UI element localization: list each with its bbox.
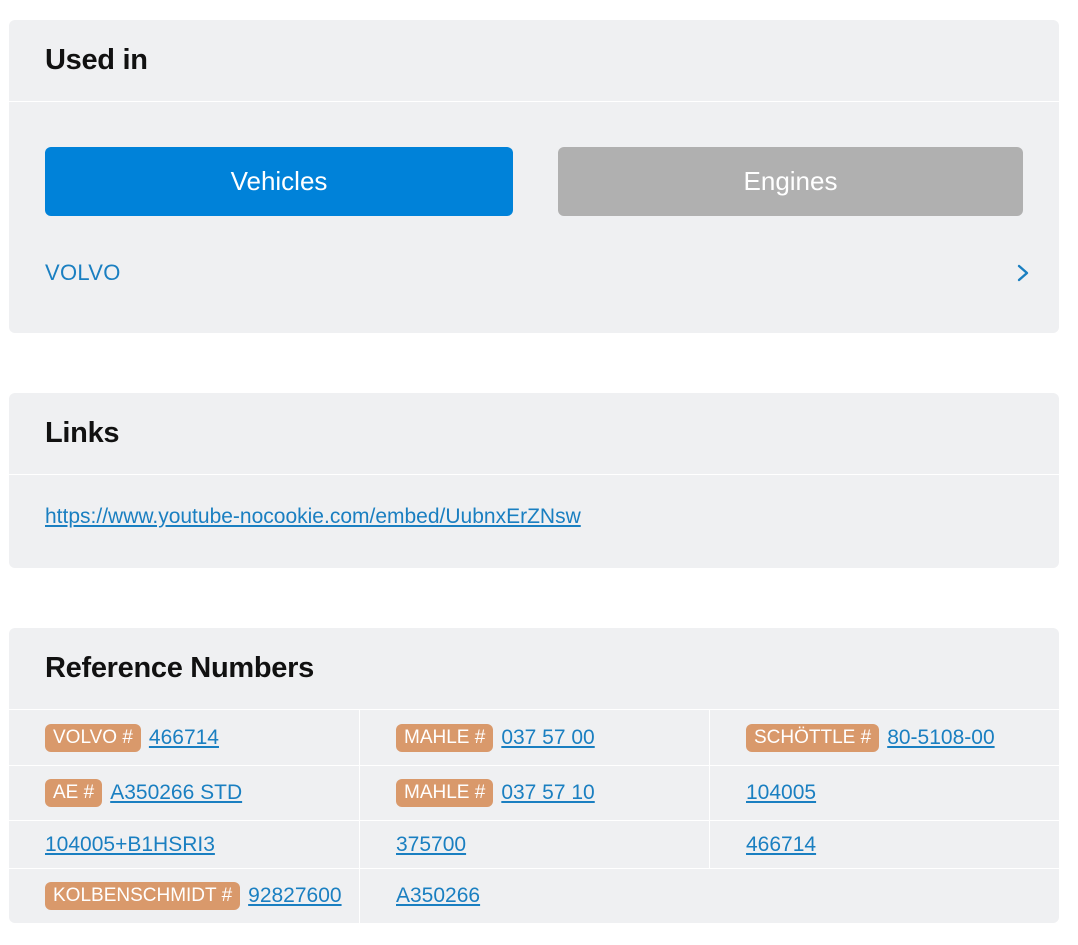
links-card: Links https://www.youtube-nocookie.com/e… <box>9 393 1059 568</box>
reference-cell: 104005 <box>709 766 1059 820</box>
make-item-volvo[interactable]: VOLVO <box>45 252 1031 294</box>
reference-numbers-header: Reference Numbers <box>9 628 1059 710</box>
reference-cell: MAHLE # 037 57 00 <box>359 710 709 765</box>
brand-badge: AE # <box>45 779 103 807</box>
reference-number-link[interactable]: 92827600 <box>248 884 341 908</box>
reference-number-link[interactable]: A350266 <box>396 884 480 908</box>
reference-number-link[interactable]: 375700 <box>396 833 466 857</box>
make-label: VOLVO <box>45 260 121 285</box>
youtube-link[interactable]: https://www.youtube-nocookie.com/embed/U… <box>45 505 581 528</box>
reference-cell: MAHLE # 037 57 10 <box>359 766 709 820</box>
reference-number-link[interactable]: 037 57 10 <box>501 781 594 805</box>
used-in-header: Used in <box>9 20 1059 102</box>
chevron-right-icon <box>1017 264 1029 282</box>
link-item: https://www.youtube-nocookie.com/embed/U… <box>45 505 581 529</box>
reference-cell-empty <box>709 869 1059 923</box>
reference-number-link[interactable]: 104005 <box>746 781 816 805</box>
used-in-tabs: Vehicles Engines <box>45 147 1023 216</box>
links-title: Links <box>45 417 120 449</box>
reference-cell: 466714 <box>709 821 1059 868</box>
brand-badge: KOLBENSCHMIDT # <box>45 882 241 910</box>
reference-cell: 375700 <box>359 821 709 868</box>
reference-row: KOLBENSCHMIDT # 92827600 A350266 <box>9 868 1059 923</box>
reference-number-link[interactable]: 466714 <box>149 726 219 750</box>
reference-number-link[interactable]: 104005+B1HSRI3 <box>45 833 215 857</box>
reference-numbers-card: Reference Numbers VOLVO # 466714 MAHLE #… <box>9 628 1059 923</box>
reference-row: AE # A350266 STD MAHLE # 037 57 10 10400… <box>9 765 1059 820</box>
reference-cell: AE # A350266 STD <box>9 766 359 820</box>
reference-number-link[interactable]: 466714 <box>746 833 816 857</box>
reference-cell: KOLBENSCHMIDT # 92827600 <box>9 869 359 923</box>
reference-cell: VOLVO # 466714 <box>9 710 359 765</box>
reference-numbers-grid: VOLVO # 466714 MAHLE # 037 57 00 SCHÖTTL… <box>9 710 1059 923</box>
brand-badge: SCHÖTTLE # <box>746 723 880 752</box>
used-in-card: Used in Vehicles Engines VOLVO <box>9 20 1059 333</box>
reference-cell: 104005+B1HSRI3 <box>9 821 359 868</box>
reference-number-link[interactable]: A350266 STD <box>110 781 242 805</box>
tab-vehicles[interactable]: Vehicles <box>45 147 513 216</box>
reference-cell: SCHÖTTLE # 80-5108-00 <box>709 710 1059 765</box>
reference-cell: A350266 <box>359 869 709 923</box>
reference-numbers-title: Reference Numbers <box>45 652 314 684</box>
reference-number-link[interactable]: 80-5108-00 <box>887 726 994 750</box>
brand-badge: VOLVO # <box>45 723 141 752</box>
reference-row: VOLVO # 466714 MAHLE # 037 57 00 SCHÖTTL… <box>9 710 1059 765</box>
brand-badge: MAHLE # <box>396 779 494 807</box>
tab-engines[interactable]: Engines <box>558 147 1023 216</box>
brand-badge: MAHLE # <box>396 723 494 752</box>
used-in-title: Used in <box>45 44 148 76</box>
reference-number-link[interactable]: 037 57 00 <box>501 726 594 750</box>
links-header: Links <box>9 393 1059 475</box>
reference-row: 104005+B1HSRI3 375700 466714 <box>9 820 1059 868</box>
